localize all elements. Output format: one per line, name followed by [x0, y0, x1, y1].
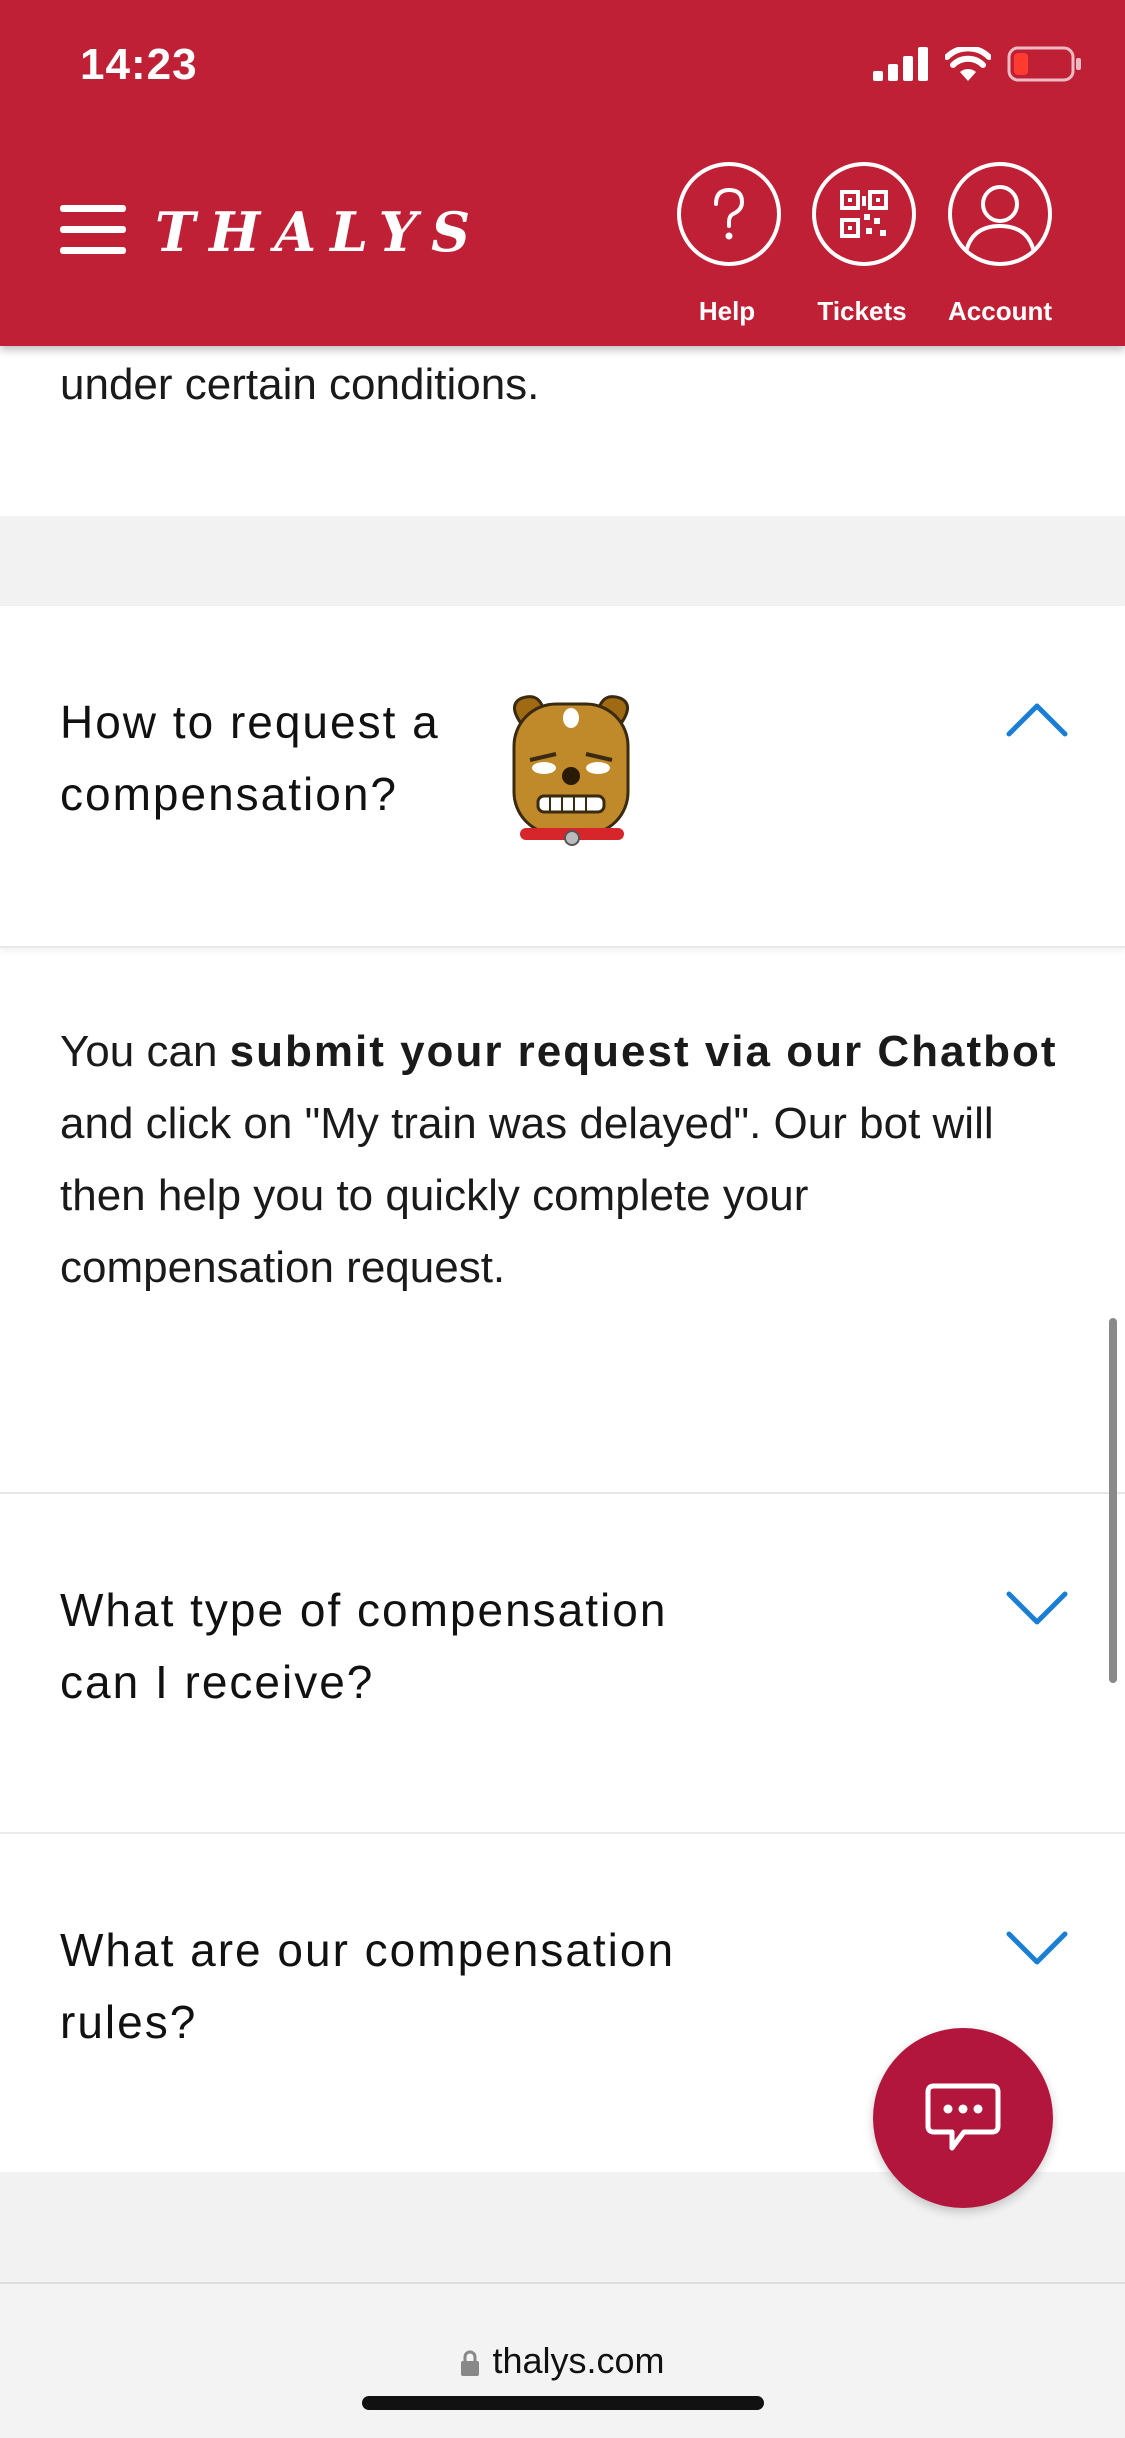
faq-answer-text: You can submit your request via our Chat… — [60, 1027, 1058, 1292]
status-time: 14:23 — [80, 40, 198, 89]
home-indicator[interactable] — [362, 2396, 764, 2410]
lock-icon — [461, 2350, 480, 2376]
battery-icon — [1007, 46, 1081, 82]
faq-question-header[interactable]: How to request a compensation? — [0, 606, 1125, 948]
faq-question-text: What are our compensation rules? — [60, 1924, 676, 2048]
url-display[interactable]: thalys.com — [0, 2340, 1125, 2382]
faq-question-text: How to request a compensation? — [60, 696, 440, 820]
scrollbar[interactable] — [1109, 1318, 1117, 1683]
chevron-up-icon[interactable] — [1005, 698, 1069, 738]
browser-url-bar[interactable]: thalys.com — [0, 2282, 1125, 2438]
signal-icon — [873, 47, 928, 81]
account-button[interactable]: Account — [948, 162, 1052, 327]
account-label: Account — [948, 296, 1052, 326]
chevron-down-icon[interactable] — [1005, 1590, 1069, 1630]
section-divider — [0, 516, 1125, 606]
tickets-label: Tickets — [817, 296, 907, 326]
qr-code-icon — [812, 162, 916, 266]
menu-icon[interactable] — [60, 205, 126, 255]
dog-sticker-icon — [512, 695, 630, 846]
account-icon — [948, 162, 1052, 266]
thalys-logo[interactable]: THALYS — [155, 200, 484, 264]
app-header: 14:23 THALYS Help Tickets Account — [0, 0, 1125, 346]
faq-item-request-compensation: How to request a compensation? You can s… — [0, 606, 1125, 1292]
help-button[interactable]: Help — [677, 162, 781, 327]
chatbot-link[interactable]: submit your request via our Chatbot — [230, 1027, 1058, 1076]
faq-item-compensation-type[interactable]: What type of compensation can I receive? — [0, 1492, 1125, 1834]
help-label: Help — [698, 296, 756, 326]
help-icon — [677, 162, 781, 266]
status-icons — [873, 46, 1083, 82]
chevron-down-icon[interactable] — [1005, 1930, 1069, 1970]
chat-icon — [925, 2083, 1001, 2151]
tickets-button[interactable]: Tickets — [812, 162, 916, 327]
wifi-icon — [945, 47, 991, 81]
previous-answer-text: under certain conditions. — [60, 360, 540, 409]
faq-question-text: What type of compensation can I receive? — [60, 1584, 668, 1708]
chatbot-button[interactable] — [873, 2028, 1053, 2208]
